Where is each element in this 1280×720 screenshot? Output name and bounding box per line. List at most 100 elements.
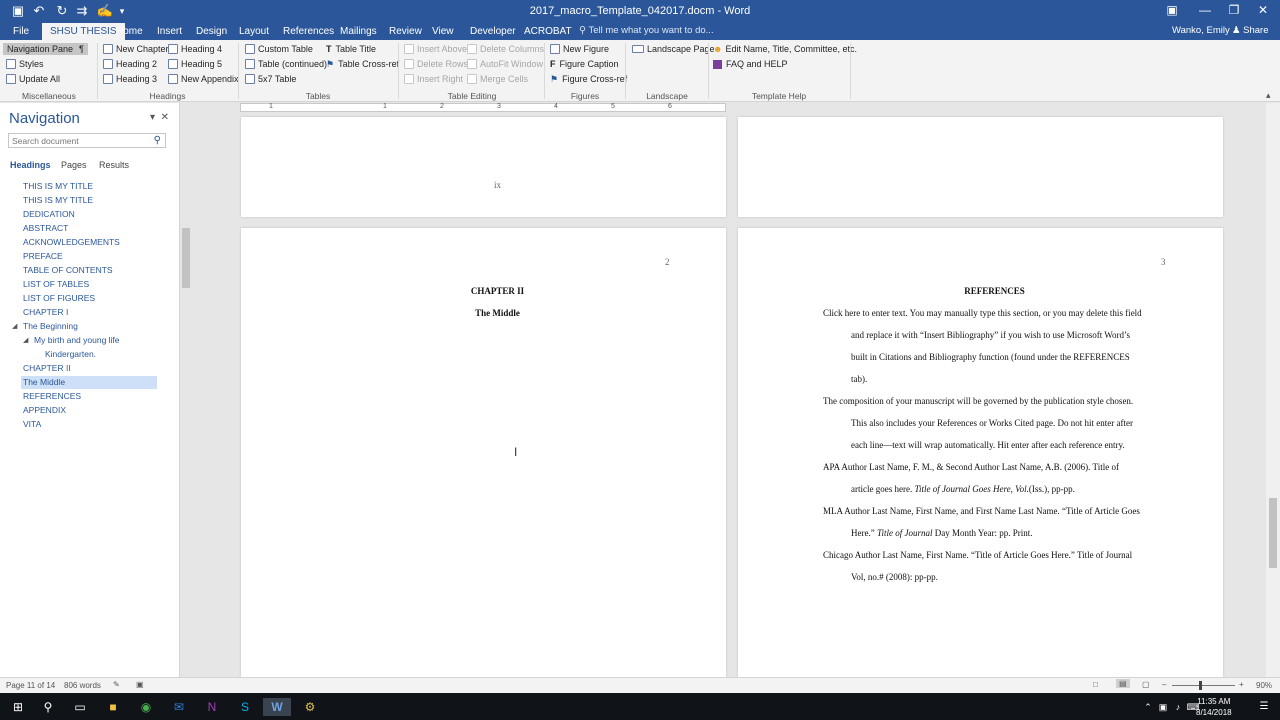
heading3-button[interactable]: Heading 3 bbox=[103, 73, 157, 85]
nav-heading[interactable]: REFERENCES bbox=[23, 390, 81, 403]
nav-heading[interactable]: APPENDIX bbox=[23, 404, 66, 417]
collapse-triangle-icon[interactable]: ◢ bbox=[23, 336, 28, 344]
styles-button[interactable]: Styles bbox=[6, 58, 44, 70]
print-layout-icon[interactable]: ▤ bbox=[1116, 679, 1130, 688]
word-count[interactable]: 806 words bbox=[64, 681, 101, 690]
onenote-icon[interactable]: N bbox=[203, 698, 221, 716]
table-continued-button[interactable]: Table (continued) bbox=[245, 58, 327, 70]
page-references[interactable]: 3 REFERENCES Click here to enter text. Y… bbox=[738, 228, 1223, 677]
new-figure-button[interactable]: New Figure bbox=[550, 43, 609, 55]
minimize-icon[interactable]: — bbox=[1195, 3, 1215, 17]
notifications-icon[interactable]: ☰ bbox=[1255, 698, 1273, 716]
task-view-icon[interactable]: ▭ bbox=[71, 698, 89, 716]
nav-heading[interactable]: THIS IS MY TITLE bbox=[23, 180, 93, 193]
skype-icon[interactable]: S bbox=[236, 698, 254, 716]
tab-shsu-thesis[interactable]: SHSU THESIS bbox=[42, 23, 125, 40]
zoom-level[interactable]: 90% bbox=[1256, 681, 1272, 690]
scrollbar-thumb[interactable] bbox=[1269, 498, 1277, 568]
tab-acrobat[interactable]: ACROBAT bbox=[524, 25, 572, 38]
nav-heading[interactable]: DEDICATION bbox=[23, 208, 75, 221]
search-icon[interactable]: ⚲ bbox=[39, 698, 57, 716]
zoom-out-icon[interactable]: – bbox=[1162, 680, 1166, 689]
nav-heading[interactable]: LIST OF TABLES bbox=[23, 278, 89, 291]
page-chapter-ii[interactable]: 2 CHAPTER II The Middle bbox=[241, 228, 726, 677]
tab-design[interactable]: Design bbox=[196, 25, 227, 38]
tab-file[interactable]: File bbox=[13, 25, 29, 38]
heading2-button[interactable]: Heading 2 bbox=[103, 58, 157, 70]
nav-heading[interactable]: VITA bbox=[23, 418, 41, 431]
web-layout-icon[interactable]: ▢ bbox=[1142, 680, 1150, 689]
nav-heading[interactable]: PREFACE bbox=[23, 250, 63, 263]
tab-insert[interactable]: Insert bbox=[157, 25, 182, 38]
nav-heading[interactable]: The Beginning bbox=[23, 320, 78, 333]
insert-above-button[interactable]: Insert Above bbox=[404, 43, 467, 55]
navigation-pane-button[interactable]: Navigation Pane ¶ bbox=[3, 43, 88, 55]
windows-start-icon[interactable]: ⊞ bbox=[9, 698, 27, 716]
search-icon[interactable]: ⚲ bbox=[154, 135, 161, 146]
faq-help-button[interactable]: FAQ and HELP bbox=[713, 58, 788, 70]
zoom-in-icon[interactable]: + bbox=[1239, 680, 1244, 689]
zoom-slider[interactable] bbox=[1172, 685, 1235, 686]
nav-heading[interactable]: TABLE OF CONTENTS bbox=[23, 264, 113, 277]
tab-layout[interactable]: Layout bbox=[239, 25, 269, 38]
update-all-button[interactable]: Update All bbox=[6, 73, 60, 85]
custom-table-button[interactable]: Custom Table bbox=[245, 43, 313, 55]
nav-options-icon[interactable]: ▾ ✕ bbox=[150, 112, 169, 123]
tab-mailings[interactable]: Mailings bbox=[340, 25, 377, 38]
ribbon-display-icon[interactable]: ▣ bbox=[1162, 3, 1182, 17]
vertical-scrollbar[interactable] bbox=[1266, 103, 1280, 677]
horizontal-ruler[interactable]: 1 1 2 3 4 5 6 bbox=[240, 103, 726, 112]
user-name[interactable]: Wanko, Emily bbox=[1172, 25, 1230, 36]
table-5x7-button[interactable]: 5x7 Table bbox=[245, 73, 296, 85]
nav-heading[interactable]: ABSTRACT bbox=[23, 222, 68, 235]
edit-name-button[interactable]: ☻ Edit Name, Title, Committee, etc. bbox=[713, 43, 857, 55]
tab-results[interactable]: Results bbox=[99, 160, 129, 170]
tab-references[interactable]: References bbox=[283, 25, 334, 38]
tab-home[interactable]: Home bbox=[116, 25, 143, 38]
insert-right-button[interactable]: Insert Right bbox=[404, 73, 463, 85]
nav-heading-selected[interactable]: The Middle bbox=[21, 376, 157, 389]
zoom-slider-thumb[interactable] bbox=[1199, 681, 1202, 690]
new-chapter-button[interactable]: New Chapter bbox=[103, 43, 169, 55]
heading5-button[interactable]: Heading 5 bbox=[168, 58, 222, 70]
macro-record-icon[interactable]: ▣ bbox=[136, 680, 144, 689]
vertical-ruler-handle[interactable] bbox=[182, 228, 190, 288]
outlook-icon[interactable]: ✉ bbox=[170, 698, 188, 716]
file-explorer-icon[interactable]: ■ bbox=[104, 698, 122, 716]
close-icon[interactable]: ✕ bbox=[1253, 3, 1273, 17]
settings-gear-icon[interactable]: ⚙ bbox=[301, 698, 319, 716]
nav-heading[interactable]: My birth and young life bbox=[34, 334, 120, 347]
tab-developer[interactable]: Developer bbox=[470, 25, 516, 38]
restore-icon[interactable]: ❐ bbox=[1224, 3, 1244, 17]
share-button[interactable]: ♟ Share bbox=[1232, 25, 1269, 36]
nav-heading[interactable]: THIS IS MY TITLE bbox=[23, 194, 93, 207]
nav-heading[interactable]: LIST OF FIGURES bbox=[23, 292, 95, 305]
search-input[interactable]: Search document ⚲ bbox=[8, 133, 166, 148]
tab-pages[interactable]: Pages bbox=[61, 160, 87, 170]
delete-columns-button[interactable]: Delete Columns bbox=[467, 43, 544, 55]
figure-caption-button[interactable]: F Figure Caption bbox=[550, 58, 619, 70]
pilcrow-icon[interactable]: ¶ bbox=[79, 43, 84, 55]
tab-review[interactable]: Review bbox=[389, 25, 422, 38]
collapse-triangle-icon[interactable]: ◢ bbox=[12, 322, 17, 330]
autofit-window-button[interactable]: AutoFit Window bbox=[467, 58, 543, 70]
proofing-icon[interactable]: ✎ bbox=[113, 680, 120, 689]
nav-heading[interactable]: CHAPTER I bbox=[23, 306, 68, 319]
merge-cells-button[interactable]: Merge Cells bbox=[467, 73, 528, 85]
nav-heading[interactable]: CHAPTER II bbox=[23, 362, 71, 375]
page-count[interactable]: Page 11 of 14 bbox=[6, 681, 55, 690]
table-cross-ref-button[interactable]: ⚑ Table Cross-ref bbox=[326, 58, 399, 70]
word-icon[interactable]: W bbox=[263, 698, 291, 716]
tab-view[interactable]: View bbox=[432, 25, 454, 38]
landscape-page-button[interactable]: Landscape Page bbox=[632, 43, 715, 55]
table-title-button[interactable]: T Table Title bbox=[326, 43, 376, 55]
heading4-button[interactable]: Heading 4 bbox=[168, 43, 222, 55]
read-mode-icon[interactable]: □ bbox=[1093, 680, 1098, 689]
chrome-icon[interactable]: ◉ bbox=[137, 698, 155, 716]
tab-headings[interactable]: Headings bbox=[10, 160, 51, 170]
figure-cross-ref-button[interactable]: ⚑ Figure Cross-ref bbox=[550, 73, 627, 85]
clock[interactable]: 11:35 AM 8/14/2018 bbox=[1196, 696, 1232, 718]
collapse-ribbon-icon[interactable]: ▴ bbox=[1266, 90, 1271, 101]
tell-me-box[interactable]: ⚲ Tell me what you want to do... bbox=[579, 25, 714, 36]
delete-rows-button[interactable]: Delete Rows bbox=[404, 58, 468, 70]
